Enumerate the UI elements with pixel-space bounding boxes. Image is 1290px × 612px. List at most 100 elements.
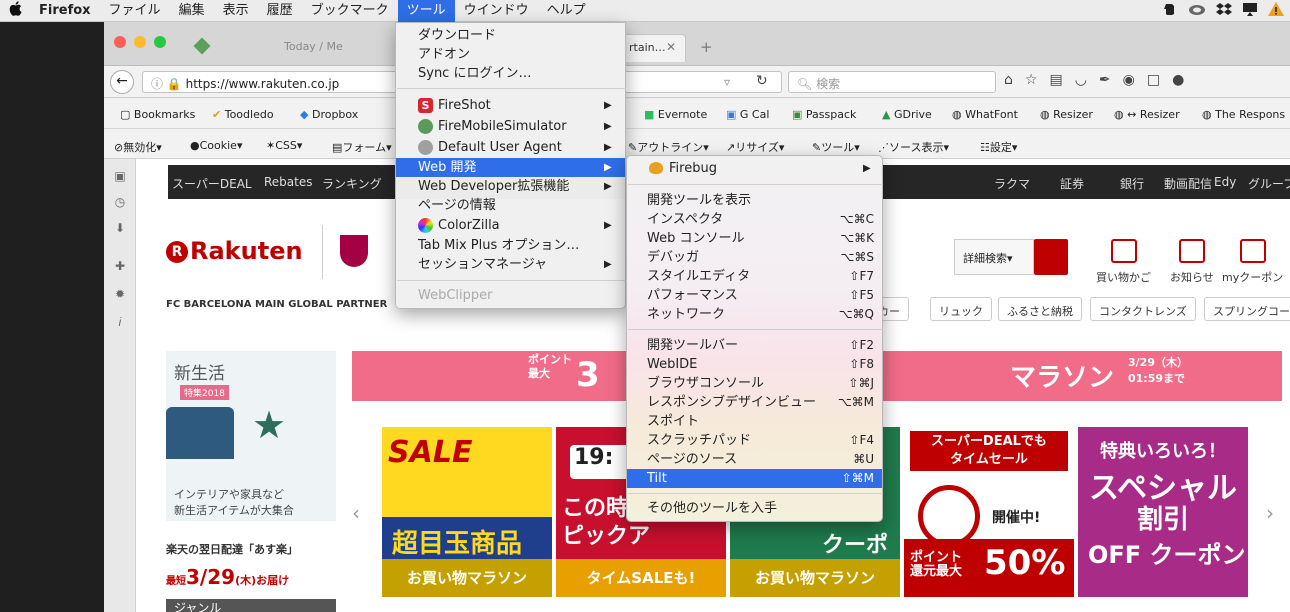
bookmark-responsive[interactable]: ◍ The Respons — [1202, 108, 1285, 121]
campaign-card-special[interactable]: 特典いろいろ！ スペシャル 割引 OFF クーポン — [1078, 427, 1248, 597]
carousel-next-icon[interactable]: › — [1266, 501, 1274, 525]
nav-video[interactable]: 動画配信 — [1164, 175, 1212, 192]
menu-item-web-dev[interactable]: Web 開発 ▶ — [396, 158, 625, 177]
nav-rebates[interactable]: Rebates — [264, 175, 313, 189]
new-icon[interactable]: ▣ — [113, 169, 127, 183]
wd-css[interactable]: ✶CSS▾ — [266, 139, 302, 152]
nav-rakuma[interactable]: ラクマ — [994, 175, 1030, 192]
bookmark-gcal[interactable]: ▣ G Cal — [726, 108, 769, 121]
menu-item-session-manager[interactable]: セッションマネージャ ▶ — [396, 255, 625, 274]
keyword-chip[interactable]: リュック — [930, 297, 992, 321]
bookmark-star-icon[interactable]: ☆ — [1025, 72, 1038, 88]
nav-edy[interactable]: Edy — [1214, 175, 1236, 189]
nav-securities[interactable]: 証券 — [1060, 175, 1084, 192]
menu-item-tilt[interactable]: Tilt ⇧⌘M — [627, 469, 882, 488]
menu-view[interactable]: 表示 — [214, 0, 258, 22]
nav-ranking[interactable]: ランキング — [322, 175, 382, 192]
search-detail-button[interactable]: 詳細検索▾ — [954, 239, 1034, 275]
menu-help[interactable]: ヘルプ — [538, 0, 595, 22]
menu-item-style-editor[interactable]: スタイルエディタ ⇧F7 — [627, 267, 882, 286]
bookmark-resizer-2[interactable]: ◍ ↔ Resizer — [1114, 108, 1180, 121]
menu-item-get-more-tools[interactable]: その他のツールを入手 — [627, 499, 882, 518]
pinned-tab-icon[interactable] — [193, 37, 211, 55]
menu-item-tab-mix-plus[interactable]: Tab Mix Plus オプション… — [396, 236, 625, 255]
evernote-tray-icon[interactable] — [1162, 1, 1178, 21]
home-icon[interactable]: ⌂ — [1004, 72, 1013, 88]
menu-item-page-info[interactable]: ページの情報 — [396, 196, 625, 215]
bookmark-bookmarks[interactable]: ▢ Bookmarks — [120, 108, 195, 121]
bookmark-resizer[interactable]: ◍ Resizer — [1040, 108, 1093, 121]
menu-item-web-console[interactable]: Web コンソール ⌥⌘K — [627, 229, 882, 248]
bookmark-gdrive[interactable]: ▲ GDrive — [882, 108, 932, 121]
menu-item-performance[interactable]: パフォーマンス ⇧F5 — [627, 286, 882, 305]
menu-item-fireshot[interactable]: S FireShot ▶ — [396, 96, 625, 115]
wd-disable[interactable]: ⊘無効化▾ — [114, 139, 162, 155]
wd-tools[interactable]: ✎ツール▾ — [812, 139, 860, 155]
apple-icon[interactable] — [0, 1, 30, 20]
app-menu-firefox[interactable]: Firefox — [30, 3, 100, 18]
keyword-chip[interactable]: スプリングコー — [1204, 297, 1290, 321]
menu-item-eyedropper[interactable]: スポイト — [627, 412, 882, 431]
menu-item-colorzilla[interactable]: ColorZilla ▶ — [396, 216, 625, 235]
minimize-window-button[interactable] — [134, 36, 146, 48]
menu-window[interactable]: ウインドウ — [455, 0, 538, 22]
cloud-tray-icon[interactable] — [1188, 2, 1206, 20]
menu-item-debugger[interactable]: デバッガ ⌥⌘S — [627, 248, 882, 267]
tab-close-icon[interactable]: ✕ — [666, 40, 676, 54]
keyword-chip[interactable]: ふるさと納税 — [998, 297, 1082, 321]
menu-item-browser-console[interactable]: ブラウザコンソール ⇧⌘J — [627, 374, 882, 393]
campaign-card-sale[interactable]: SALE 超目玉商品 お買い物マラソン — [382, 427, 552, 597]
zoom-window-button[interactable] — [154, 36, 166, 48]
airplay-tray-icon[interactable] — [1242, 2, 1258, 20]
nav-group[interactable]: グループ ⌄ — [1248, 175, 1290, 192]
eyedropper-icon[interactable]: ✒ — [1099, 72, 1111, 88]
menu-history[interactable]: 履歴 — [258, 0, 302, 22]
menu-item-page-source[interactable]: ページのソース ⌘U — [627, 450, 882, 469]
genre-header[interactable]: ジャンル — [166, 599, 336, 612]
coupon-button[interactable]: myクーポン — [1222, 239, 1283, 285]
wd-resize[interactable]: ↗リサイズ▾ — [726, 139, 784, 155]
keyword-chip[interactable]: コンタクトレンズ — [1090, 297, 1196, 321]
menu-item-show-devtools[interactable]: 開発ツールを表示 — [627, 191, 882, 210]
new-tab-icon[interactable]: + — [700, 38, 713, 56]
screenshot-icon[interactable]: ◉ — [1123, 72, 1135, 88]
pocket-button-icon[interactable]: ◡ — [1075, 72, 1087, 88]
wd-view-source[interactable]: ⋰ソース表示▾ — [878, 139, 949, 155]
wd-cookie[interactable]: ●Cookie▾ — [190, 139, 242, 152]
campaign-card-superdeal[interactable]: スーパーDEALでも タイムセール 開催中! ポイント 還元最大 50% — [904, 427, 1074, 597]
menu-item-responsive-design[interactable]: レスポンシブデザインビュー ⌥⌘M — [627, 393, 882, 412]
menu-item-firemobilesimulator[interactable]: FireMobileSimulator ▶ — [396, 117, 625, 136]
new-life-banner[interactable]: 新生活 特集2018 ★ インテリアや家具など 新生活アイテムが大集合 — [166, 351, 336, 521]
download-icon[interactable]: ⬇ — [113, 221, 127, 235]
menu-tools[interactable]: ツール — [397, 0, 455, 22]
window-icon[interactable]: □ — [1147, 72, 1160, 88]
wd-outline[interactable]: ✎アウトライン▾ — [628, 139, 709, 155]
warning-tray-icon[interactable] — [1268, 2, 1284, 20]
menu-item-network[interactable]: ネットワーク ⌥⌘Q — [627, 305, 882, 324]
menu-item-web-developer-ext[interactable]: Web Developer拡張機能 ▶ — [396, 177, 625, 196]
notice-button[interactable]: お知らせ — [1170, 239, 1214, 285]
back-button[interactable]: ← — [110, 70, 134, 94]
info-italic-icon[interactable]: 𝑖 — [113, 315, 127, 329]
menu-item-firebug[interactable]: Firebug ▶ — [627, 159, 882, 178]
bookmark-evernote[interactable]: ■ Evernote — [644, 108, 707, 121]
close-window-button[interactable] — [114, 36, 126, 48]
menu-item-dev-toolbar[interactable]: 開発ツールバー ⇧F2 — [627, 336, 882, 355]
bookmark-whatfont[interactable]: ◍ WhatFont — [952, 108, 1018, 121]
pocket-icon[interactable]: ▿ — [724, 75, 730, 89]
reading-list-icon[interactable]: ▤ — [1049, 72, 1062, 88]
menu-item-downloads[interactable]: ダウンロード — [396, 26, 625, 45]
menu-file[interactable]: ファイル — [100, 0, 170, 22]
menu-bookmarks[interactable]: ブックマーク — [302, 0, 398, 22]
gear-icon[interactable]: ✹ — [113, 287, 127, 301]
tab-today-me[interactable]: Today / Me — [270, 34, 390, 62]
rakuten-search-button[interactable] — [1034, 239, 1068, 275]
reload-icon[interactable]: ↻ — [756, 73, 768, 89]
puzzle-icon[interactable]: ✚ — [113, 259, 127, 273]
next-day-delivery[interactable]: 楽天の翌日配達「あす楽」 最短3/29(木)お届け — [166, 541, 336, 589]
wd-forms[interactable]: ▤フォーム▾ — [332, 139, 392, 155]
menu-item-addons[interactable]: アドオン — [396, 45, 625, 64]
account-icon[interactable]: ● — [1172, 72, 1184, 88]
menu-item-scratchpad[interactable]: スクラッチパッド ⇧F4 — [627, 431, 882, 450]
menu-item-webide[interactable]: WebIDE ⇧F8 — [627, 355, 882, 374]
